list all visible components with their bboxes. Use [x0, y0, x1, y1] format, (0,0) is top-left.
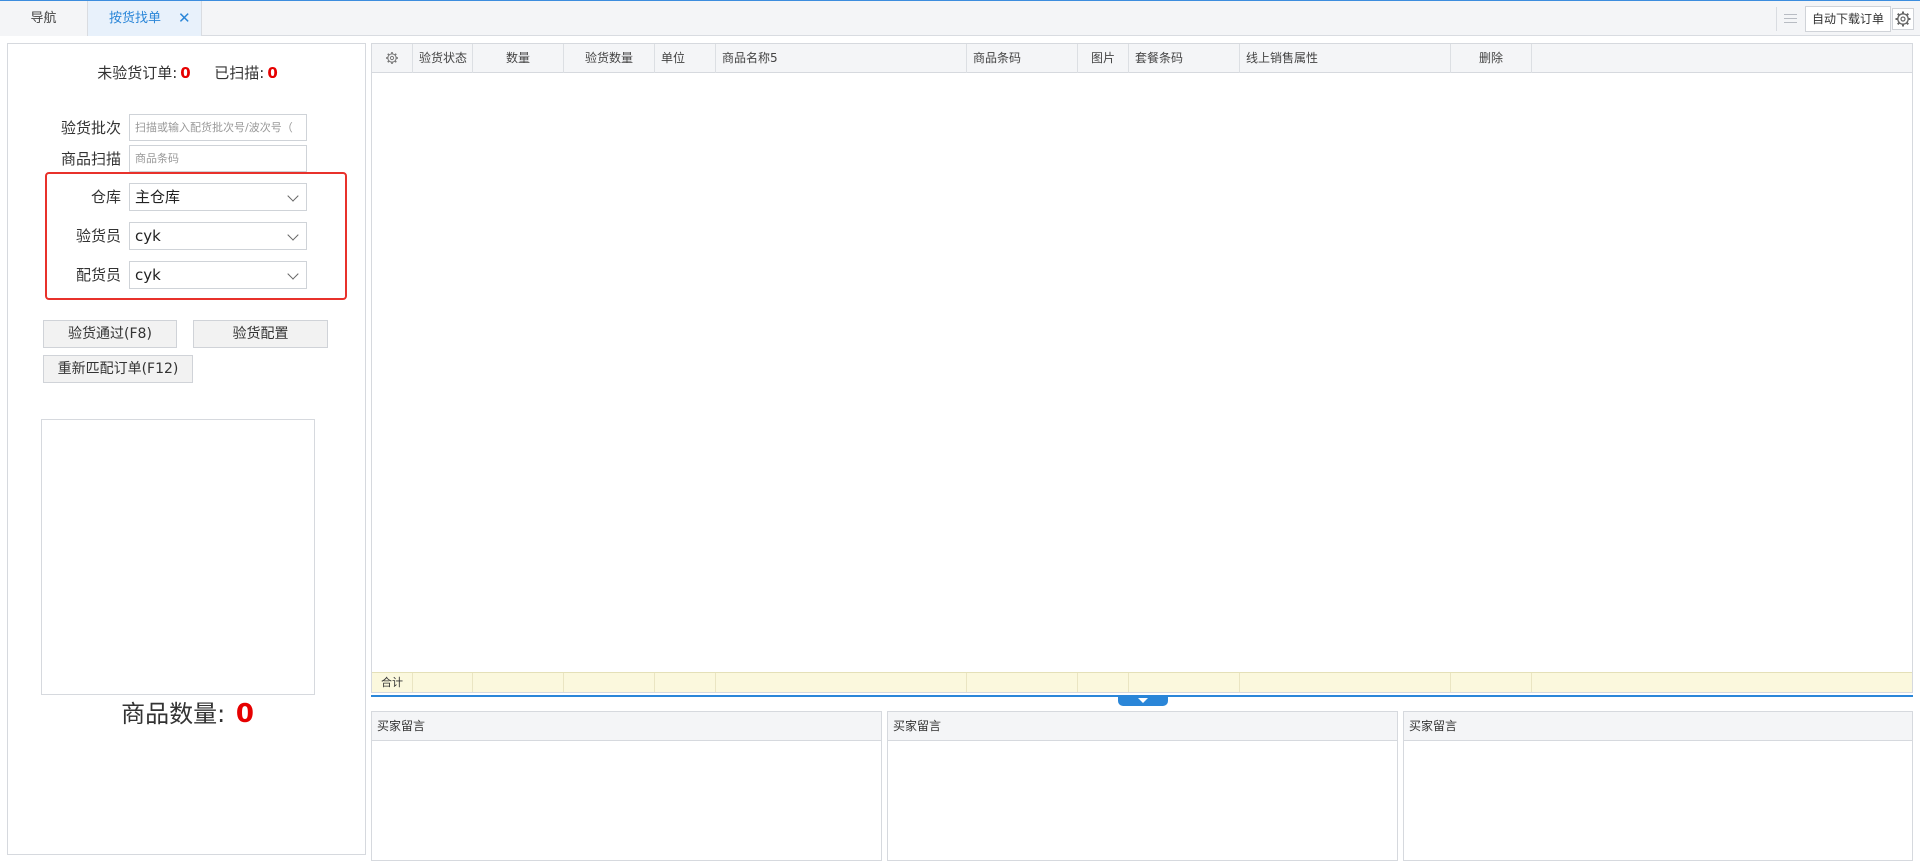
- tab-navigation-label: 导航: [30, 11, 57, 26]
- buyer-message-header: 买家留言: [1404, 712, 1912, 741]
- order-counts: 未验货订单: 0 已扫描: 0: [8, 62, 367, 83]
- column-header[interactable]: 单位: [655, 44, 716, 73]
- table-footer: 合计: [372, 672, 1912, 692]
- auto-download-orders-button[interactable]: 自动下载订单: [1805, 6, 1891, 32]
- goods-table: 验货状态 数量 验货数量 单位 商品名称5 商品条码 图片 套餐条码 线上销售属…: [371, 43, 1913, 693]
- column-header[interactable]: 图片: [1078, 44, 1129, 73]
- column-header[interactable]: 删除: [1451, 44, 1532, 73]
- buyer-message-header: 买家留言: [888, 712, 1397, 741]
- rematch-orders-button[interactable]: 重新匹配订单(F12): [43, 355, 193, 383]
- tab-active-label: 按货找单: [109, 11, 162, 26]
- inspection-panel: 未验货订单: 0 已扫描: 0 验货批次 扫描或输入配货批次号/波次号（ 商品扫描 …: [7, 43, 366, 855]
- product-image-preview: [41, 419, 315, 695]
- column-header[interactable]: 验货数量: [564, 44, 655, 73]
- buyer-message-panel: 买家留言: [371, 711, 882, 861]
- column-settings-gear-icon[interactable]: [372, 44, 413, 73]
- table-header: 验货状态 数量 验货数量 单位 商品名称5 商品条码 图片 套餐条码 线上销售属…: [372, 44, 1912, 73]
- uninspected-orders-label: 未验货订单:: [97, 64, 178, 82]
- collapse-toggle[interactable]: [1118, 697, 1168, 706]
- scanned-label: 已扫描:: [214, 64, 265, 82]
- inspection-pass-button[interactable]: 验货通过(F8): [43, 320, 177, 348]
- tab-navigation[interactable]: 导航: [0, 1, 88, 36]
- gear-icon[interactable]: [1892, 8, 1914, 30]
- tab-find-order-by-goods[interactable]: 按货找单 ✕: [88, 1, 202, 36]
- batch-input[interactable]: 扫描或输入配货批次号/波次号（: [129, 114, 307, 141]
- batch-label: 验货批次: [60, 119, 121, 137]
- product-quantity-value: 0: [235, 699, 254, 729]
- batch-row: 验货批次 扫描或输入配货批次号/波次号（: [8, 114, 367, 142]
- close-icon[interactable]: ✕: [178, 1, 191, 36]
- buyer-message-panel: 买家留言: [887, 711, 1398, 861]
- footer-total-label: 合计: [372, 673, 413, 692]
- list-icon[interactable]: [1776, 7, 1802, 31]
- scan-row: 商品扫描 商品条码: [8, 145, 367, 173]
- uninspected-orders-count: 0: [180, 64, 191, 82]
- buyer-message-header: 买家留言: [372, 712, 881, 741]
- inspection-config-button[interactable]: 验货配置: [193, 320, 328, 348]
- tab-bar: 导航 按货找单 ✕ 自动下载订单: [0, 0, 1920, 36]
- column-header[interactable]: 套餐条码: [1129, 44, 1240, 73]
- column-header[interactable]: 商品名称5: [716, 44, 967, 73]
- barcode-scan-input[interactable]: 商品条码: [129, 145, 307, 172]
- scanned-count: 0: [267, 64, 278, 82]
- buyer-message-panel: 买家留言: [1403, 711, 1913, 861]
- highlight-frame: [45, 172, 347, 300]
- column-header[interactable]: 商品条码: [967, 44, 1078, 73]
- scan-label: 商品扫描: [60, 150, 121, 168]
- column-header[interactable]: 数量: [473, 44, 564, 73]
- column-header[interactable]: 验货状态: [413, 44, 473, 73]
- product-quantity: 商品数量: 0: [8, 694, 367, 729]
- column-header[interactable]: 线上销售属性: [1240, 44, 1451, 73]
- product-quantity-label: 商品数量:: [121, 700, 226, 728]
